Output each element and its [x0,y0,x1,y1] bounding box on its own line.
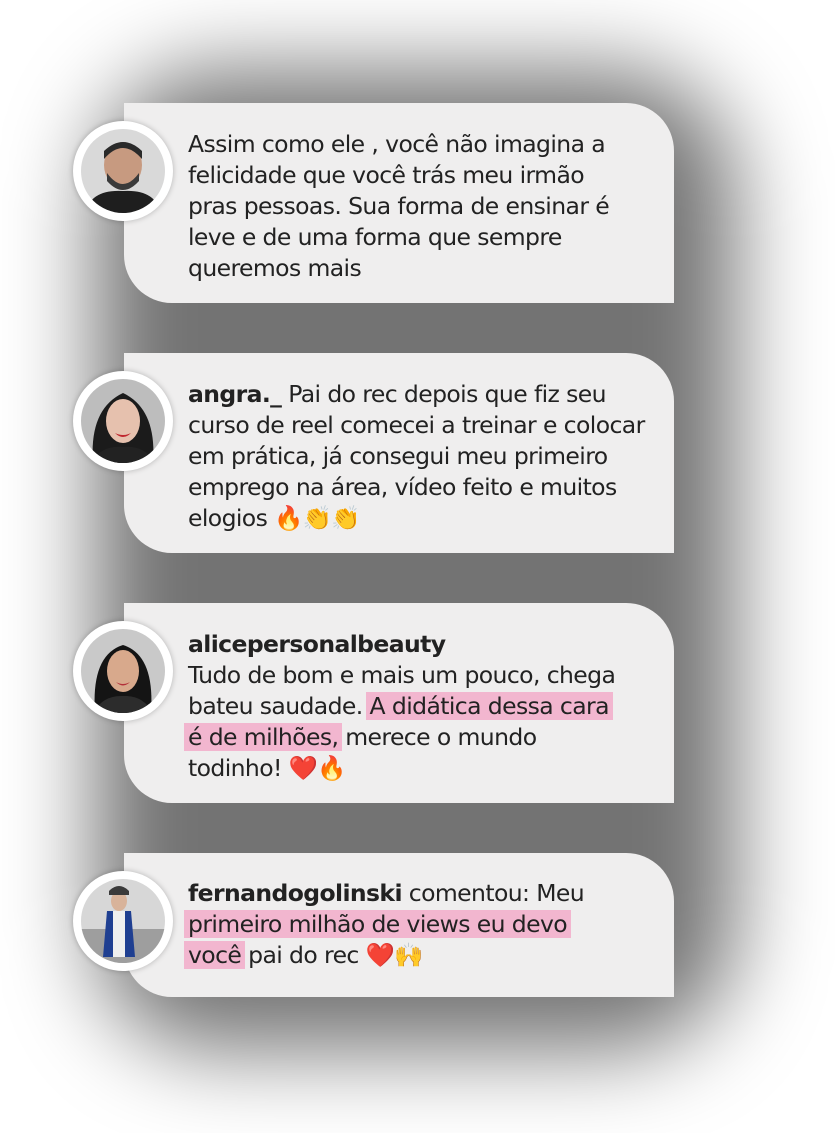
comment-segment: pai do rec [248,941,359,969]
comment-segment: merece o mundo [345,723,537,751]
comment-line: você pai do rec ❤️🙌 [188,940,668,971]
comment-line: Assim como ele , você não imagina a [188,130,606,158]
comment-segment: Pai do rec depois que fiz seu [288,380,606,408]
heart-fire-emoji-icon: ❤️🔥 [288,754,347,782]
comment-line: Tudo de bom e mais um pouco, chega [188,661,616,689]
comment-line: é de milhões, merece o mundo [188,722,668,753]
heart-raised-hands-emoji-icon: ❤️🙌 [365,941,424,969]
username-link[interactable]: alicepersonalbeauty [188,630,446,658]
highlighted-text: você [188,941,242,969]
comment-line: curso de reel comecei a treinar e coloca… [188,411,645,439]
avatar[interactable] [73,621,173,721]
comments-stage: Assim como ele , você não imagina a feli… [0,0,835,1133]
woman-avatar-photo-icon [81,379,165,463]
man-avatar-photo-icon [81,129,165,213]
comment-text: Assim como ele , você não imagina a feli… [188,129,668,284]
highlighted-text: primeiro milhão de views eu devo [188,910,568,938]
comment-line: bateu saudade. A didática dessa cara [188,691,668,722]
username-link[interactable]: angra._ [188,380,282,408]
man-avatar-photo-icon [81,879,165,963]
comment-text: alicepersonalbeauty Tudo de bom e mais u… [188,629,668,784]
comment-line: primeiro milhão de views eu devo [188,909,668,940]
comment-line: em prática, já consegui meu primeiro [188,442,608,470]
comment-line: angra._ Pai do rec depois que fiz seu [188,379,668,410]
highlighted-text: é de milhões, [188,723,339,751]
comment-line: pras pessoas. Sua forma de ensinar é [188,192,610,220]
comment-line: alicepersonalbeauty [188,629,668,660]
comment-line: elogios 🔥👏👏 [188,503,668,534]
comment-line: emprego na área, vídeo feito e muitos [188,473,617,501]
avatar[interactable] [73,121,173,221]
comment-line: fernandogolinski comentou: Meu [188,878,668,909]
avatar[interactable] [73,871,173,971]
fire-clap-emoji-icon: 🔥👏👏 [274,504,361,532]
comment-line: leve e de uma forma que sempre [188,223,562,251]
avatar[interactable] [73,371,173,471]
woman-avatar-photo-icon [81,629,165,713]
comment-segment: todinho! [188,754,282,782]
comment-segment: elogios [188,504,268,532]
comment-line: queremos mais [188,254,362,282]
comment-line: todinho! ❤️🔥 [188,753,668,784]
comment-line: felicidade que você trás meu irmão [188,161,585,189]
comment-segment: comentou: Meu [408,879,585,907]
comment-segment: bateu saudade. [188,692,363,720]
highlighted-text: A didática dessa cara [369,692,610,720]
comment-text: angra._ Pai do rec depois que fiz seu cu… [188,379,668,534]
comment-text: fernandogolinski comentou: Meu primeiro … [188,878,668,971]
username-link[interactable]: fernandogolinski [188,879,403,907]
